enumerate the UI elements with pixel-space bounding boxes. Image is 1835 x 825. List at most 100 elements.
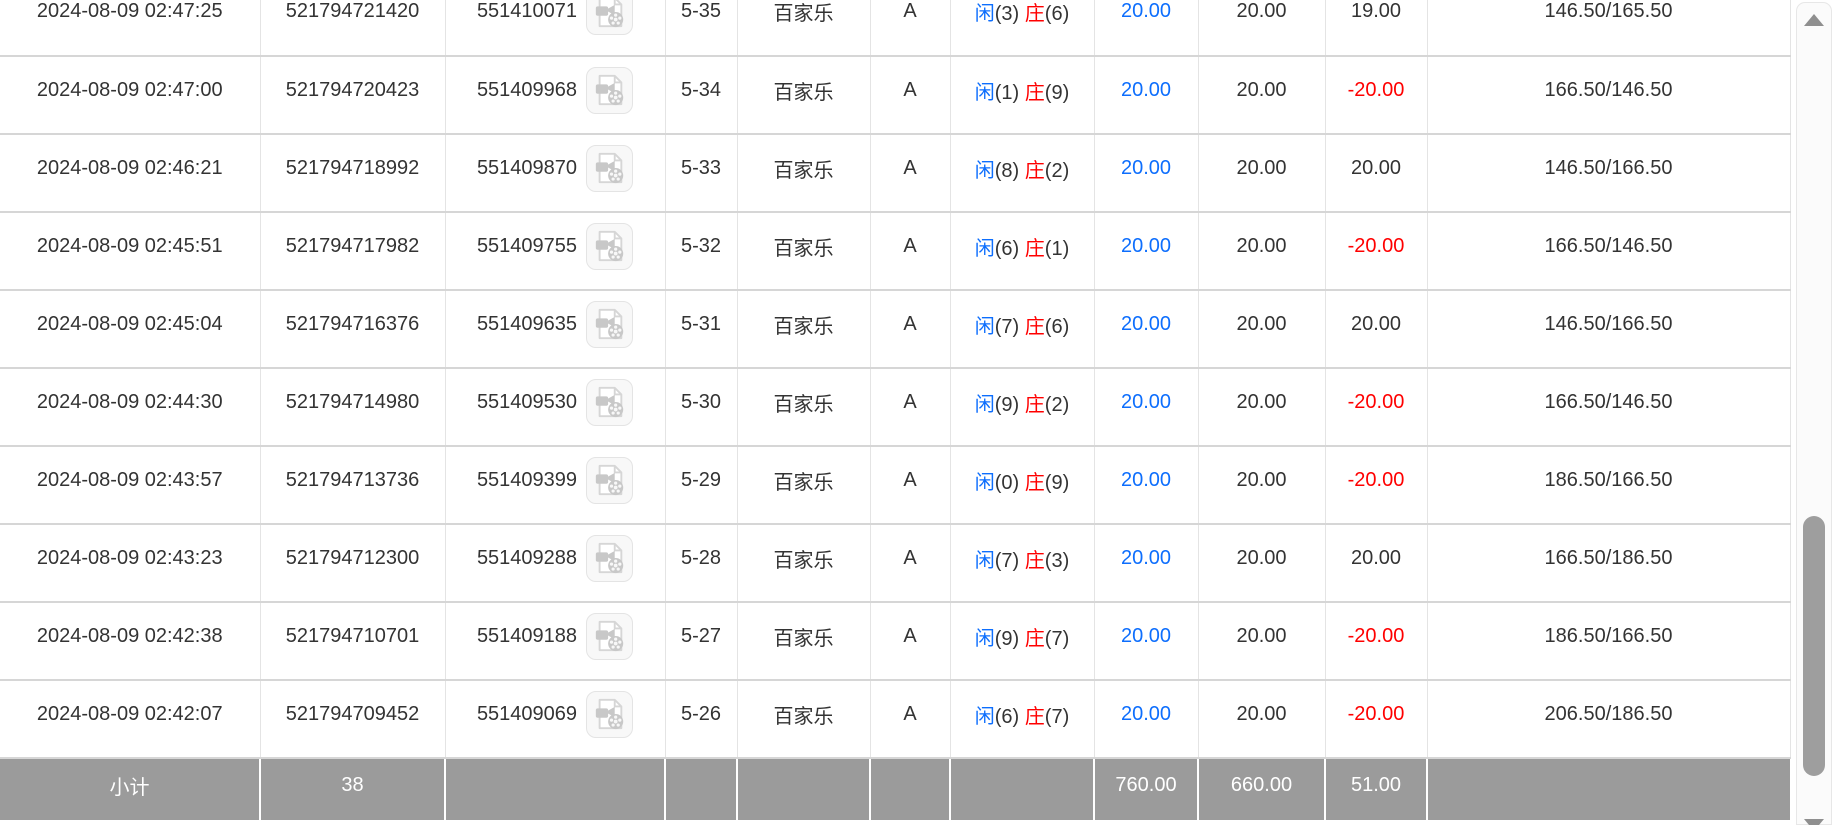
table-row: 2024-08-09 02:44:30521794714980551409530… [0,368,1790,446]
video-replay-button[interactable] [586,457,633,504]
cell-valid-bet: 20.00 [1198,290,1325,368]
cell-round: 5-35 [665,0,737,56]
cell-order-no: 521794713736 [260,446,445,524]
player-points: (6) [995,706,1019,728]
player-points: (0) [995,472,1019,494]
cell-table: A [870,368,950,446]
cell-table: A [870,56,950,134]
video-file-icon [593,151,627,185]
video-replay-button[interactable] [586,379,633,426]
cell-game-no: 551409755 [445,212,665,290]
table-row: 2024-08-09 02:42:38521794710701551409188… [0,602,1790,680]
cell-result: 闲(7) 庄(3) [950,524,1094,602]
banker-points: (7) [1045,706,1069,728]
bet-records-table: 2024-08-09 02:47:25521794721420551410071… [0,0,1791,820]
cell-balance: 166.50/146.50 [1427,212,1790,290]
up-arrow-icon[interactable] [1804,14,1824,26]
video-replay-button[interactable] [586,535,633,582]
cell-round: 5-31 [665,290,737,368]
video-replay-button[interactable] [586,223,633,270]
cell-win-loss: -20.00 [1325,680,1427,758]
subtotal-label: 小计 [0,758,260,820]
player-points: (7) [995,550,1019,572]
cell-round: 5-27 [665,602,737,680]
cell-time: 2024-08-09 02:45:04 [0,290,260,368]
subtotal-valid-total: 660.00 [1198,758,1325,820]
cell-valid-bet: 20.00 [1198,602,1325,680]
cell-valid-bet: 20.00 [1198,134,1325,212]
cell-result: 闲(0) 庄(9) [950,446,1094,524]
cell-time: 2024-08-09 02:42:07 [0,680,260,758]
table-row: 2024-08-09 02:45:51521794717982551409755… [0,212,1790,290]
player-points: (9) [995,394,1019,416]
cell-round: 5-29 [665,446,737,524]
cell-result: 闲(3) 庄(6) [950,0,1094,56]
cell-balance: 186.50/166.50 [1427,602,1790,680]
player-label: 闲 [975,706,995,728]
cell-round: 5-30 [665,368,737,446]
cell-game-type: 百家乐 [737,680,870,758]
cell-result: 闲(9) 庄(7) [950,602,1094,680]
player-label: 闲 [975,394,995,416]
cell-win-loss: -20.00 [1325,212,1427,290]
video-file-icon [593,463,627,497]
video-replay-button[interactable] [586,301,633,348]
cell-balance: 186.50/166.50 [1427,446,1790,524]
video-replay-button[interactable] [586,0,633,35]
cell-table: A [870,134,950,212]
player-points: (8) [995,160,1019,182]
cell-game-type: 百家乐 [737,602,870,680]
banker-label: 庄 [1025,550,1045,572]
cell-balance: 146.50/166.50 [1427,134,1790,212]
subtotal-cell-empty [445,758,665,820]
banker-points: (9) [1045,472,1069,494]
cell-time: 2024-08-09 02:42:38 [0,602,260,680]
subtotal-cell-empty [665,758,737,820]
vertical-scrollbar[interactable] [1796,2,1832,825]
cell-order-no: 521794720423 [260,56,445,134]
video-file-icon [593,697,627,731]
player-points: (7) [995,316,1019,338]
subtotal-winloss-total: 51.00 [1325,758,1427,820]
cell-result: 闲(9) 庄(2) [950,368,1094,446]
cell-valid-bet: 20.00 [1198,446,1325,524]
video-replay-button[interactable] [586,67,633,114]
records-table-body: 2024-08-09 02:47:25521794721420551410071… [0,0,1790,758]
table-row: 2024-08-09 02:43:23521794712300551409288… [0,524,1790,602]
cell-win-loss: 20.00 [1325,524,1427,602]
cell-time: 2024-08-09 02:43:57 [0,446,260,524]
game-no-group: 551409968 [450,67,661,114]
player-label: 闲 [975,238,995,260]
cell-game-no: 551409635 [445,290,665,368]
cell-balance: 166.50/146.50 [1427,56,1790,134]
table-row: 2024-08-09 02:45:04521794716376 551409635… [0,290,1790,368]
cell-order-no: 521794709452 [260,680,445,758]
down-arrow-icon[interactable] [1804,819,1824,825]
cell-bet: 20.00 [1094,134,1198,212]
game-no-text: 551409870 [477,157,577,180]
video-file-icon [593,619,627,653]
cell-bet: 20.00 [1094,524,1198,602]
video-replay-button[interactable] [586,691,633,738]
video-replay-button[interactable] [586,613,633,660]
game-no-text: 551409755 [477,235,577,258]
scrollbar-thumb[interactable] [1803,516,1825,776]
cell-bet: 20.00 [1094,680,1198,758]
banker-label: 庄 [1025,628,1045,650]
video-replay-button[interactable] [586,145,633,192]
cell-order-no: 521794710701 [260,602,445,680]
cell-game-type: 百家乐 [737,134,870,212]
game-no-group: 551409635 [450,301,661,348]
cell-win-loss: -20.00 [1325,446,1427,524]
game-no-text: 551409635 [477,313,577,336]
game-no-text: 551410071 [477,0,577,23]
cell-game-type: 百家乐 [737,446,870,524]
banker-points: (6) [1045,316,1069,338]
cell-order-no: 521794716376 [260,290,445,368]
cell-win-loss: 20.00 [1325,290,1427,368]
subtotal-cell-empty [870,758,950,820]
cell-table: A [870,0,950,56]
banker-label: 庄 [1025,3,1045,25]
video-file-icon [593,307,627,341]
cell-order-no: 521794721420 [260,0,445,56]
